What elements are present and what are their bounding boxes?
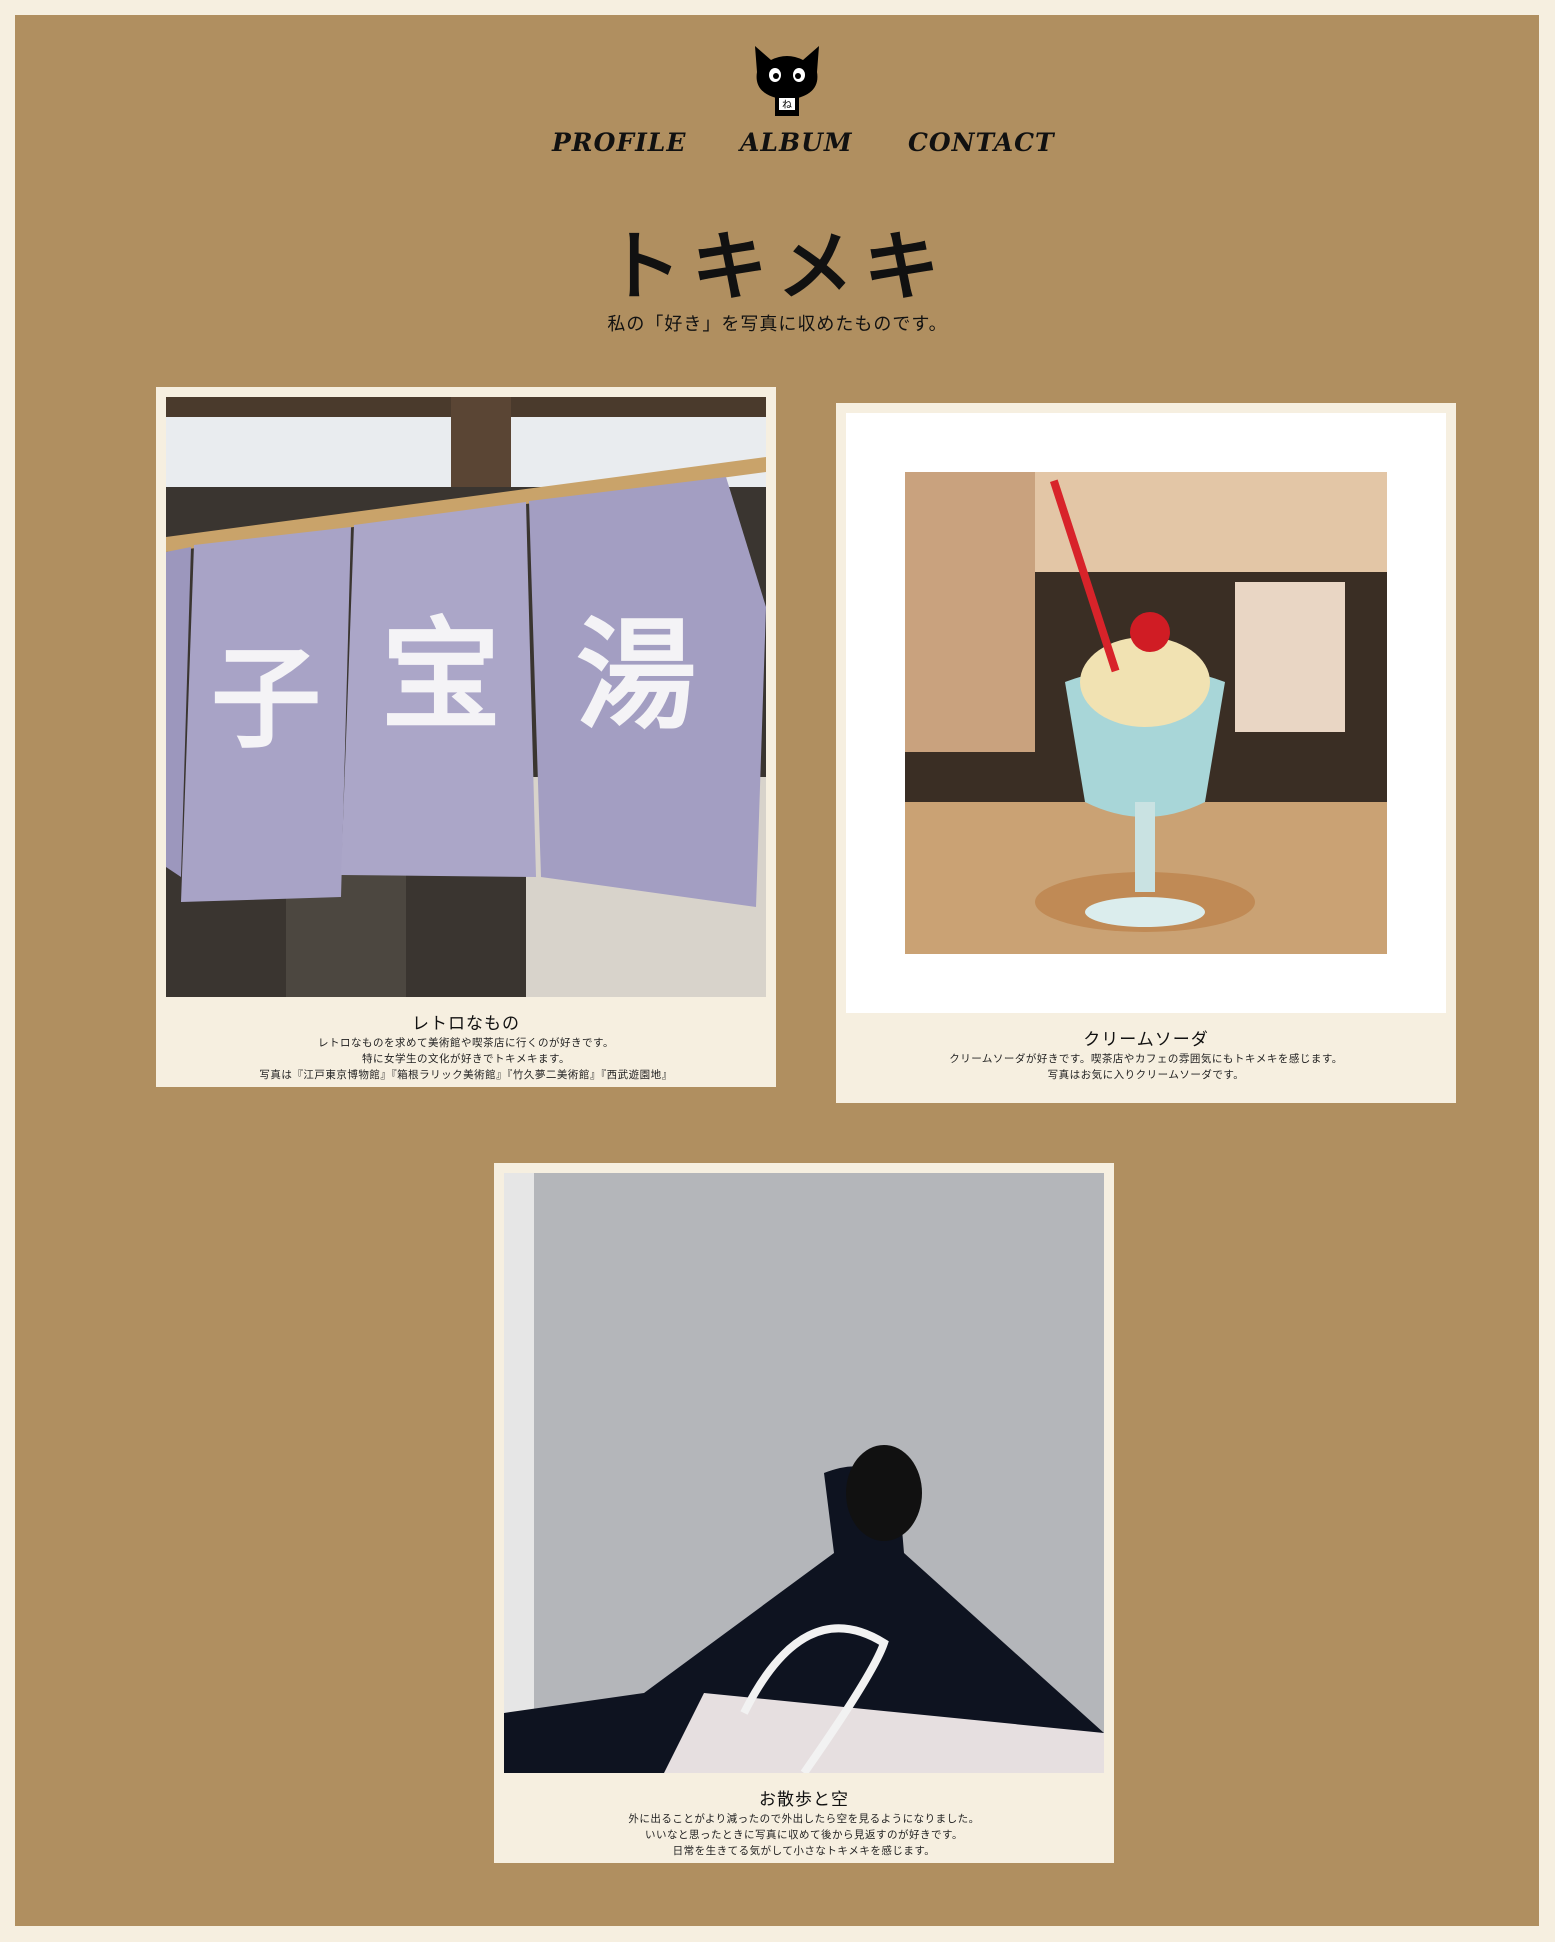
noren-curtain-photo: 子 宝 湯 [166,397,766,997]
walking-pavement-photo [504,1173,1104,1773]
nav-item-album[interactable]: ALBUM [740,128,853,157]
page-subtitle: 私の「好き」を写真に収めたものです。 [607,314,948,335]
nav-item-profile[interactable]: PROFILE [552,128,686,157]
black-cat-logo-icon[interactable]: ね [747,38,827,118]
card-caption-line: 写真はお気に入りクリームソーダです。 [1047,1069,1245,1081]
main-nav: PROFILE ALBUM CONTACT [0,128,1555,168]
card-caption-line: レトロなものを求めて美術館や喫茶店に行くのが好きです。 [318,1037,614,1049]
card-title: クリームソーダ [1083,1030,1209,1050]
card-title: レトロなもの [412,1014,520,1034]
noren-char-2: 宝 [381,605,501,746]
noren-char-3: 湯 [576,605,696,746]
album-card-cream-soda[interactable]: クリームソーダ クリームソーダが好きです。喫茶店やカフェの雰囲気にもトキメキを感… [836,403,1456,1103]
noren-char-1: 子 [211,634,321,763]
svg-text:ね: ね [782,99,792,111]
card-caption-line: 外に出ることがより減ったので外出したら空を見るようになりました。 [628,1813,980,1825]
card-caption-line: いいなと思ったときに写真に収めて後から見返すのが好きです。 [645,1829,963,1841]
album-card-walk[interactable]: お散歩と空 外に出ることがより減ったので外出したら空を見るようになりました。 い… [494,1163,1114,1863]
card-title: お散歩と空 [759,1790,849,1810]
card-caption-line: 写真は『江戸東京博物館』『箱根ラリック美術館』『竹久夢二美術館』『西武遊園地』 [259,1069,673,1081]
album-card-retro[interactable]: 子 宝 湯 レトロなもの レトロなものを求めて美術館や喫茶店に行くのが好きです。… [156,387,776,1087]
card-caption-line: クリームソーダが好きです。喫茶店やカフェの雰囲気にもトキメキを感じます。 [949,1053,1343,1065]
card-caption-line: 特に女学生の文化が好きでトキメキます。 [362,1053,570,1065]
nav-item-contact[interactable]: CONTACT [908,128,1055,157]
card-caption-line: 日常を生きてる気がして小さなトキメキを感じます。 [672,1845,936,1857]
cream-soda-photo-frame [846,413,1446,1013]
page-title: トキメキ [605,222,950,311]
cream-soda-photo [905,472,1387,954]
